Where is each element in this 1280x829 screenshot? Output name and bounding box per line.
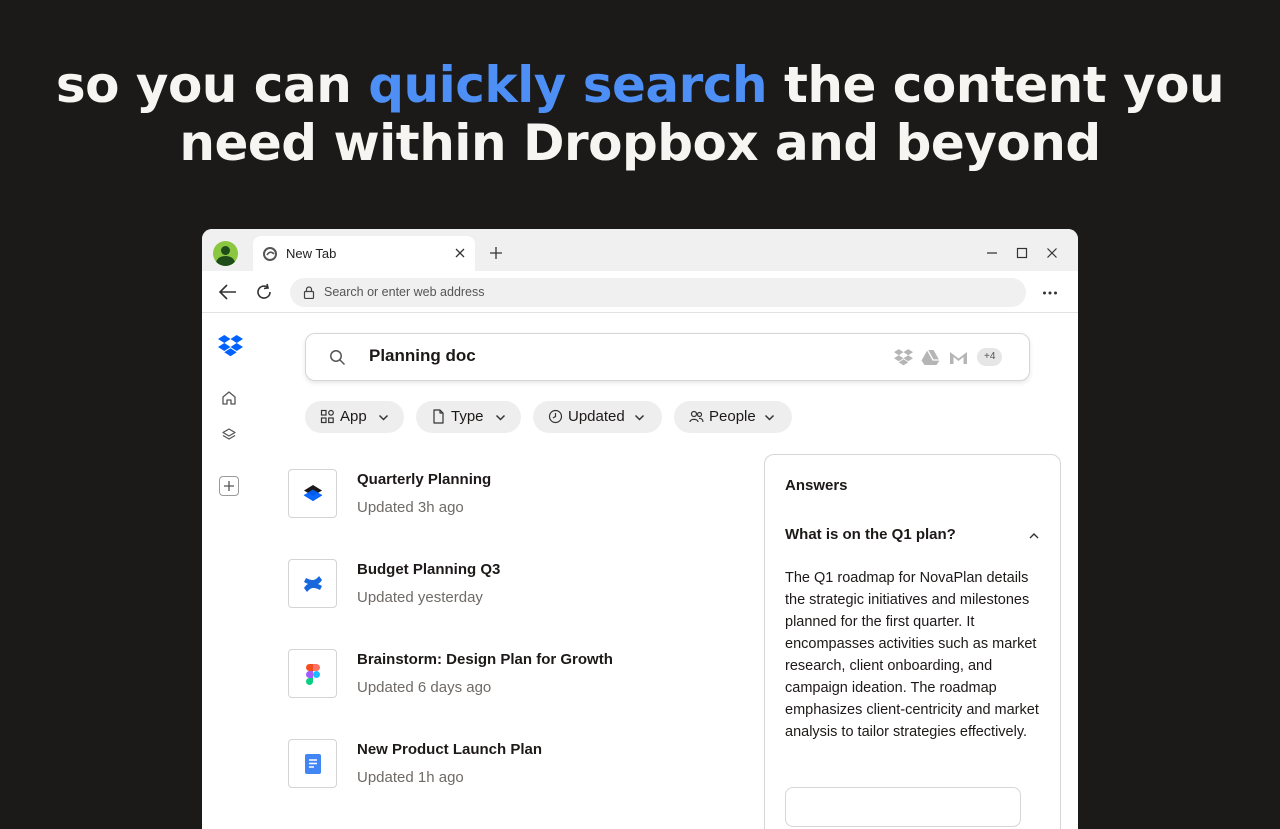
layers-icon[interactable] (220, 426, 238, 444)
window-close-icon[interactable] (1046, 247, 1058, 259)
back-arrow-icon[interactable] (218, 283, 238, 301)
dropbox-icon (894, 349, 913, 366)
search-result[interactable]: Brainstorm: Design Plan for Growth Updat… (288, 649, 728, 709)
tab-new-tab[interactable]: New Tab (253, 236, 475, 271)
result-title: Quarterly Planning (357, 471, 492, 488)
dropbox-paper-icon (303, 485, 323, 502)
lock-icon (303, 286, 315, 299)
search-icon (330, 350, 346, 366)
search-query: Planning doc (369, 346, 476, 365)
result-thumbnail (288, 559, 337, 608)
chevron-down-icon (378, 414, 389, 421)
close-icon[interactable] (453, 246, 467, 260)
people-icon (689, 410, 704, 423)
add-button[interactable] (219, 476, 239, 496)
headline-line-2: need within Dropbox and beyond (179, 114, 1101, 172)
result-thumbnail (288, 739, 337, 788)
clock-icon (548, 409, 563, 424)
plus-icon (224, 481, 234, 491)
result-updated: Updated yesterday (357, 589, 483, 606)
browser-toolbar: Search or enter web address (202, 271, 1078, 313)
chevron-down-icon (495, 414, 506, 421)
result-title: Brainstorm: Design Plan for Growth (357, 651, 613, 668)
browser-window: New Tab Search or enter web address Plan… (202, 229, 1078, 829)
filter-people[interactable]: People (674, 401, 792, 433)
result-thumbnail (288, 469, 337, 518)
headline-accent: quickly search (368, 56, 768, 114)
home-icon[interactable] (220, 389, 238, 407)
file-icon (433, 409, 444, 424)
follow-up-input[interactable] (785, 787, 1021, 827)
answer-question[interactable]: What is on the Q1 plan? (785, 526, 956, 543)
filter-people-label: People (709, 408, 756, 425)
apps-icon (320, 409, 334, 424)
result-title: New Product Launch Plan (357, 741, 543, 758)
minimize-icon[interactable] (986, 247, 998, 259)
filter-type-label: Type (451, 408, 484, 425)
answer-body: The Q1 roadmap for NovaPlan details the … (785, 570, 1039, 740)
search-result[interactable]: Quarterly Planning Updated 3h ago (288, 469, 728, 529)
search-result[interactable]: New Product Launch Plan Updated 1h ago (288, 739, 728, 799)
headline: so you can quickly search the content yo… (0, 56, 1280, 172)
more-sources-badge[interactable]: +4 (977, 348, 1003, 366)
filter-updated-label: Updated (568, 408, 625, 425)
chevron-up-icon[interactable] (1028, 530, 1040, 542)
result-title: Budget Planning Q3 (357, 561, 501, 578)
headline-line-1: so you can quickly search the content yo… (55, 56, 1225, 114)
answers-title: Answers (785, 477, 848, 494)
profile-avatar[interactable] (213, 241, 238, 266)
filter-app-label: App (340, 408, 367, 425)
tab-bar: New Tab (202, 229, 1078, 271)
tab-title: New Tab (286, 246, 337, 261)
reload-icon[interactable] (255, 283, 273, 301)
answers-panel: Answers What is on the Q1 plan? The Q1 r… (764, 454, 1061, 829)
search-result[interactable]: Budget Planning Q3 Updated yesterday (288, 559, 728, 619)
google-drive-icon (921, 349, 940, 365)
more-options-icon[interactable] (1042, 287, 1058, 299)
address-placeholder: Search or enter web address (324, 285, 485, 299)
edge-icon (263, 247, 277, 261)
search-bar[interactable]: Planning doc +4 (305, 333, 1030, 381)
result-updated: Updated 6 days ago (357, 679, 492, 696)
result-updated: Updated 3h ago (357, 499, 464, 516)
filter-app[interactable]: App (305, 401, 404, 433)
google-docs-icon (305, 754, 321, 774)
chevron-down-icon (634, 414, 645, 421)
filter-type[interactable]: Type (416, 401, 521, 433)
address-bar[interactable]: Search or enter web address (290, 278, 1026, 307)
maximize-icon[interactable] (1016, 247, 1028, 259)
figma-icon (306, 664, 320, 685)
gmail-icon (950, 352, 967, 364)
result-thumbnail (288, 649, 337, 698)
filter-updated[interactable]: Updated (533, 401, 662, 433)
chevron-down-icon (764, 414, 775, 421)
dropbox-logo-icon[interactable] (218, 335, 243, 357)
confluence-icon (304, 576, 322, 592)
result-updated: Updated 1h ago (357, 769, 464, 786)
new-tab-plus-icon[interactable] (489, 246, 503, 260)
